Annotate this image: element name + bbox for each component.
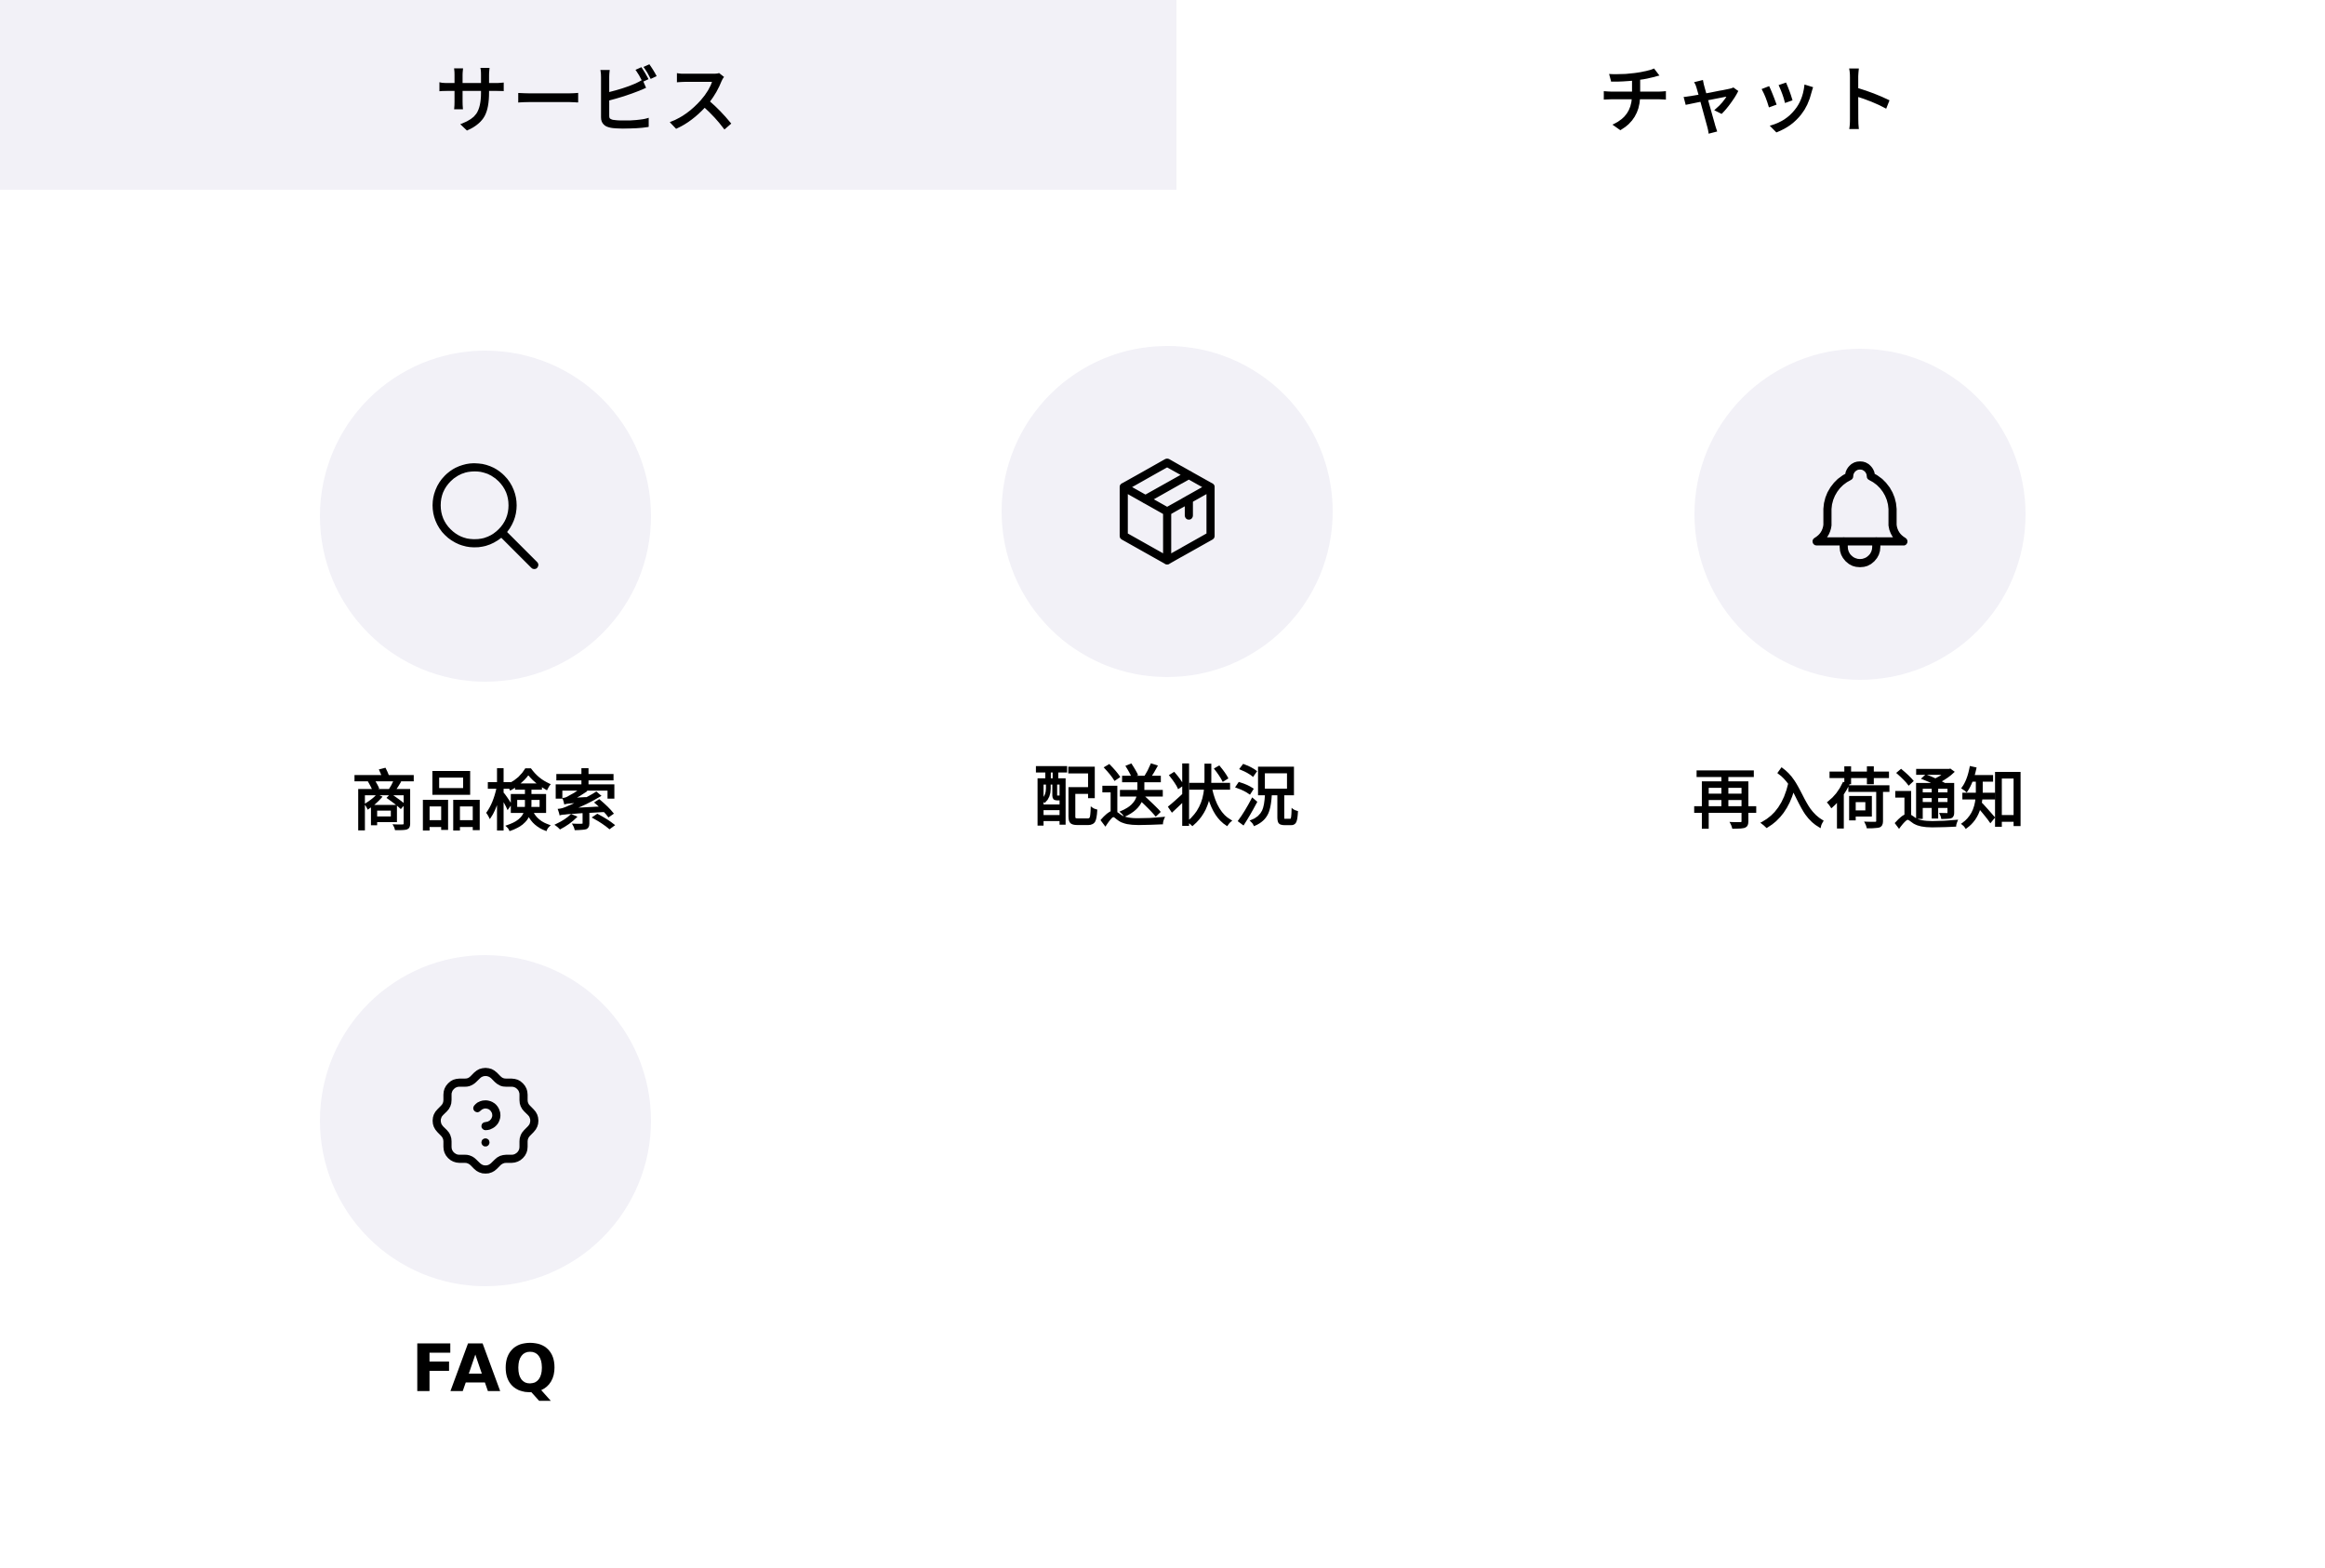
service-item-product-search[interactable]: 商品検索 <box>253 351 718 871</box>
icon-circle <box>1694 349 2026 680</box>
icon-circle <box>320 351 651 682</box>
tab-chat[interactable]: チャット <box>1176 0 2325 190</box>
service-item-label: 再入荷通知 <box>1693 762 2027 838</box>
service-item-restock-notification[interactable]: 再入荷通知 <box>1628 349 2092 870</box>
tab-bar: サービス チャット <box>0 0 2325 190</box>
icon-circle <box>1002 346 1333 677</box>
icon-circle <box>320 955 651 1286</box>
service-item-label: FAQ <box>411 1331 560 1407</box>
package-icon <box>1119 458 1216 565</box>
tab-services[interactable]: サービス <box>0 0 1176 190</box>
service-item-label: 商品検索 <box>352 764 619 840</box>
service-item-delivery-status[interactable]: 配送状況 <box>935 346 1400 867</box>
bell-icon <box>1812 461 1908 567</box>
service-item-label: 配送状況 <box>1033 759 1301 835</box>
service-item-faq[interactable]: FAQ <box>253 955 718 1476</box>
help-badge-icon <box>432 1068 538 1174</box>
search-icon <box>432 463 538 569</box>
